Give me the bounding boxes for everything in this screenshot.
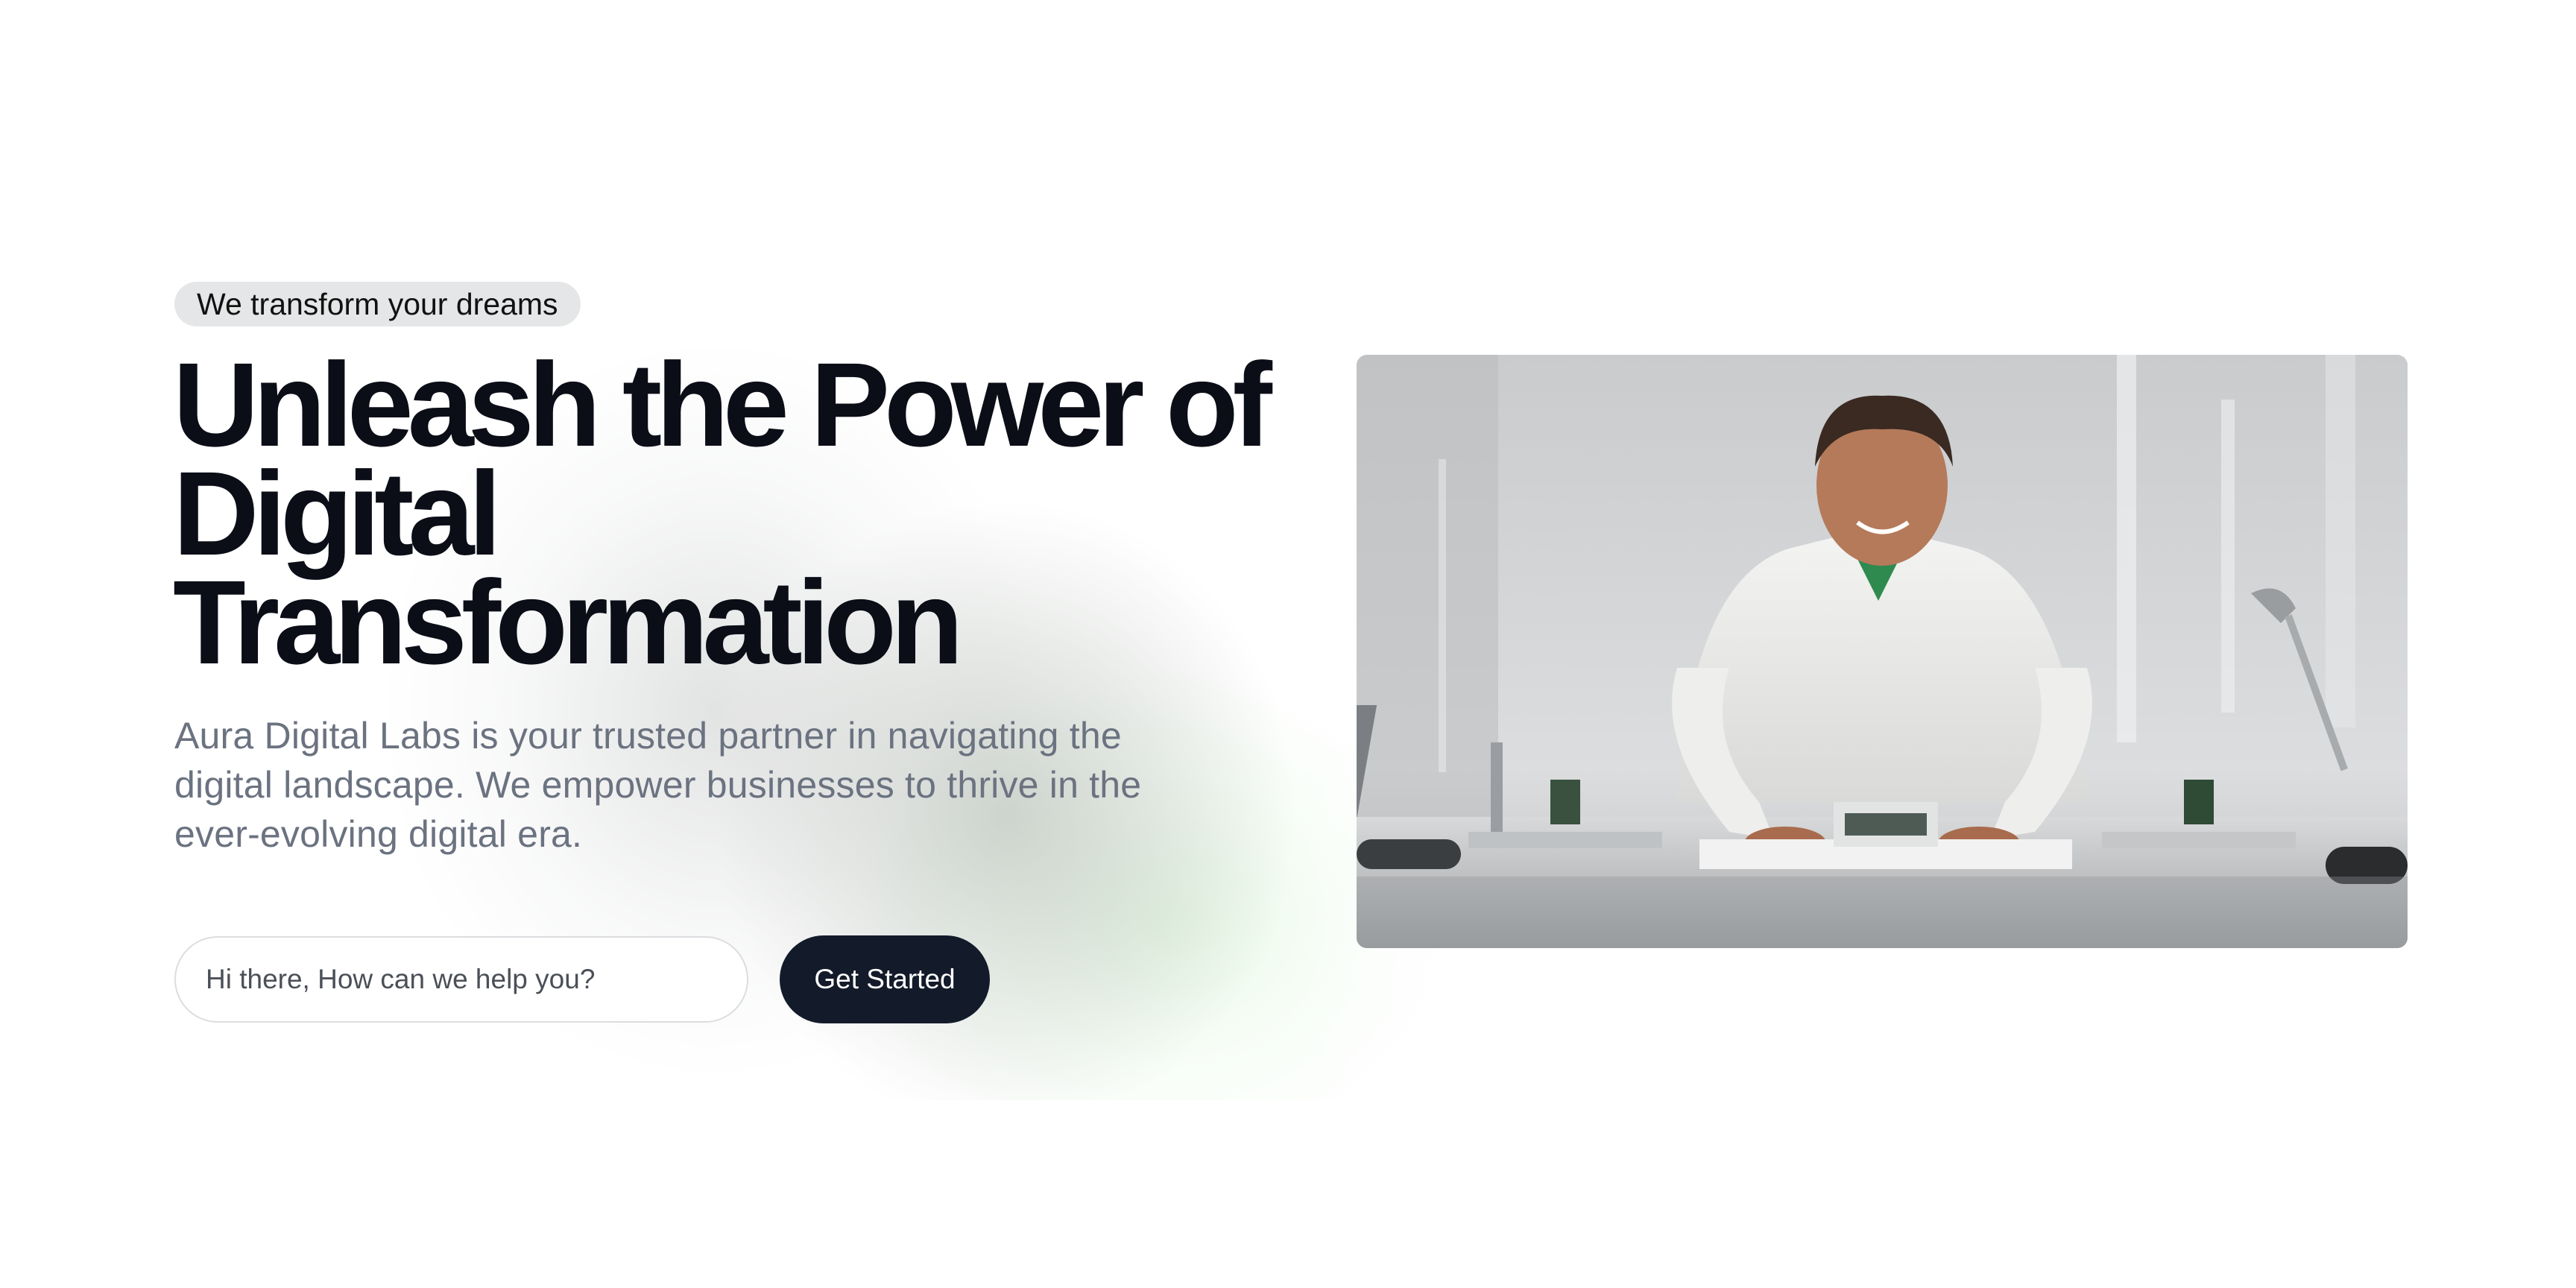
hero-headline: Unleash the Power of Digital Transformat… bbox=[173, 338, 1276, 689]
hero-headline-line-2: Digital bbox=[173, 446, 502, 580]
hero-image bbox=[1357, 355, 2408, 948]
hero-headline-line-1: Unleash the Power of bbox=[173, 338, 1272, 471]
landing-page: We transform your dreams Unleash the Pow… bbox=[0, 0, 2576, 1288]
hero-badge: We transform your dreams bbox=[174, 282, 581, 326]
get-started-button[interactable]: Get Started bbox=[780, 935, 990, 1023]
hero-headline-line-3: Transformation bbox=[173, 555, 964, 689]
hero-description: Aura Digital Labs is your trusted partne… bbox=[174, 715, 1142, 855]
hero-photo-illustration bbox=[1357, 355, 2408, 948]
help-input[interactable] bbox=[174, 936, 748, 1023]
